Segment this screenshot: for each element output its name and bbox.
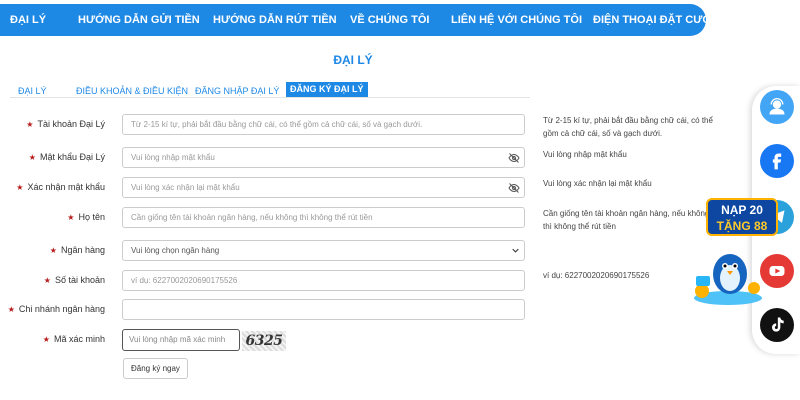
confirm-password-label: ★ Xác nhận mật khẩu bbox=[16, 182, 105, 192]
bank-select[interactable]: Vui lòng chọn ngân hàng bbox=[122, 240, 525, 261]
captcha-image[interactable]: 6325 bbox=[242, 331, 286, 351]
nav-item-deposit-guide[interactable]: HƯỚNG DẪN GỬI TIỀN bbox=[78, 14, 200, 26]
nav-item-betting-phone[interactable]: ĐIỆN THOẠI ĐẶT CƯỢC bbox=[593, 14, 720, 26]
required-star-icon: ★ bbox=[67, 213, 75, 222]
tab-terms-conditions[interactable]: ĐIỀU KHOẢN & ĐIỀU KIỆN bbox=[76, 86, 188, 96]
form-row-bank: ★ Ngân hàng Vui lòng chọn ngân hàng bbox=[0, 240, 800, 262]
account-label: ★ Tài khoản Đại Lý bbox=[26, 119, 105, 129]
full-name-input[interactable]: Cần giống tên tài khoản ngân hàng, nếu k… bbox=[122, 207, 525, 228]
nav-item-contact-us[interactable]: LIÊN HỆ VỚI CHÚNG TÔI bbox=[451, 14, 582, 26]
required-star-icon: ★ bbox=[16, 183, 24, 192]
confirm-password-hint: Vui lòng xác nhận lại mật khẩu bbox=[543, 179, 652, 188]
tab-agent-login[interactable]: ĐĂNG NHẬP ĐẠI LÝ bbox=[195, 86, 279, 96]
required-star-icon: ★ bbox=[7, 305, 15, 314]
top-navigation-bar: ĐẠI LÝ HƯỚNG DẪN GỬI TIỀN HƯỚNG DẪN RÚT … bbox=[0, 4, 720, 36]
required-star-icon: ★ bbox=[49, 246, 57, 255]
support-agent-icon[interactable] bbox=[760, 90, 794, 124]
required-star-icon: ★ bbox=[26, 120, 34, 129]
nav-item-withdraw-guide[interactable]: HƯỚNG DẪN RÚT TIỀN bbox=[213, 14, 337, 26]
required-star-icon: ★ bbox=[43, 276, 51, 285]
eye-hidden-icon[interactable] bbox=[508, 152, 520, 164]
nav-item-dai-ly[interactable]: ĐẠI LÝ bbox=[10, 14, 46, 26]
tiktok-icon[interactable] bbox=[760, 308, 794, 342]
account-number-label: ★ Số tài khoản bbox=[43, 275, 105, 285]
branch-label: ★ Chi nhánh ngân hàng bbox=[7, 304, 105, 314]
required-star-icon: ★ bbox=[42, 335, 50, 344]
captcha-label: ★ Mã xác minh bbox=[42, 334, 105, 344]
password-hint: Vui lòng nhập mật khẩu bbox=[543, 150, 627, 159]
form-row-branch: ★ Chi nhánh ngân hàng bbox=[0, 299, 800, 321]
captcha-input[interactable]: Vui lòng nhập mã xác minh bbox=[122, 329, 240, 351]
nav-item-about-us[interactable]: VỀ CHÚNG TÔI bbox=[350, 14, 429, 26]
register-button[interactable]: Đăng ký ngay bbox=[123, 358, 188, 379]
tab-dai-ly[interactable]: ĐẠI LÝ bbox=[18, 86, 47, 96]
promo-line-2: TẶNG 88 bbox=[716, 219, 768, 233]
branch-input[interactable] bbox=[122, 299, 525, 320]
bank-label: ★ Ngân hàng bbox=[49, 245, 105, 255]
form-row-captcha: ★ Mã xác minh Vui lòng nhập mã xác minh 6… bbox=[0, 329, 800, 351]
mascot-penguin-icon bbox=[694, 254, 762, 305]
facebook-icon[interactable] bbox=[760, 144, 794, 178]
eye-hidden-icon[interactable] bbox=[508, 182, 520, 194]
full-name-label: ★ Họ tên bbox=[67, 212, 105, 222]
password-label: ★ Mật khẩu Đại Lý bbox=[28, 152, 105, 162]
required-star-icon: ★ bbox=[28, 153, 36, 162]
confirm-password-placeholder: Vui lòng xác nhận lại mật khẩu bbox=[131, 183, 240, 192]
confirm-password-input[interactable]: Vui lòng xác nhận lại mật khẩu bbox=[122, 177, 525, 198]
tab-divider bbox=[10, 97, 530, 98]
account-number-input[interactable]: ví dụ: 6227002020690175526 bbox=[122, 270, 525, 291]
promo-badge: NẠP 20 TẶNG 88 bbox=[706, 198, 778, 236]
bank-select-value: Vui lòng chọn ngân hàng bbox=[131, 246, 220, 255]
chevron-down-icon bbox=[512, 248, 519, 253]
promo-line-1: NẠP 20 bbox=[721, 203, 763, 217]
promo-banner[interactable]: NẠP 20 TẶNG 88 bbox=[688, 196, 778, 308]
password-placeholder: Vui lòng nhập mật khẩu bbox=[131, 153, 215, 162]
page-title: ĐẠI LÝ bbox=[333, 53, 373, 67]
account-hint: Từ 2-15 kí tự, phải bắt đầu bằng chữ cái… bbox=[543, 116, 713, 138]
account-input[interactable]: Từ 2-15 kí tự, phải bắt đầu bằng chữ cái… bbox=[122, 114, 525, 135]
password-input[interactable]: Vui lòng nhập mật khẩu bbox=[122, 147, 525, 168]
tab-agent-register[interactable]: ĐĂNG KÝ ĐẠI LÝ bbox=[286, 82, 368, 97]
